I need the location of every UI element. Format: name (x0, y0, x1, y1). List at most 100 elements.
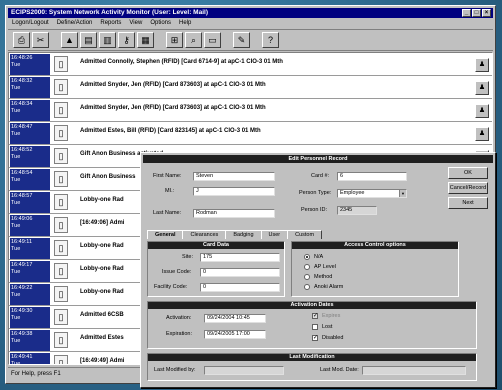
event-message: Lobby-one Rad (80, 243, 124, 249)
print-icon-button[interactable]: ⎙ (13, 32, 30, 48)
event-message: Admitted Estes, Bill (RFID) [Card 823145… (80, 128, 261, 134)
alarm-icon-button[interactable]: ▲ (61, 32, 78, 48)
tab-general[interactable]: General (147, 230, 184, 239)
lost-checkbox[interactable] (312, 324, 318, 330)
door-icon: ▯ (54, 217, 68, 233)
menu-help[interactable]: Help (179, 19, 191, 28)
event-time: 16:49:30 (11, 308, 33, 314)
radio-ap-level-label: AP Level (314, 264, 336, 270)
last-name-field[interactable]: Rodman (193, 209, 275, 218)
dialog-title: Edit Personnel Record (143, 155, 493, 163)
person-id-field: 2345 (337, 206, 377, 215)
activation-field[interactable]: 09/24/2004 10:45 (204, 314, 266, 323)
last-mod-by-field (204, 366, 284, 375)
list-item[interactable]: 16:48:47 Tue ▯ Admitted Estes, Bill (RFID) … (9, 122, 492, 145)
list-item[interactable]: 16:48:26 Tue ▯ Admitted Connolly, Stephen (… (9, 53, 492, 76)
event-message: Admitted 6CSB (80, 312, 124, 318)
cut-icon-button[interactable]: ✂ (32, 32, 49, 48)
person-icon[interactable]: ♟ (475, 58, 489, 72)
issue-code-field[interactable]: 0 (200, 268, 280, 277)
event-day: Tue (11, 292, 21, 298)
search-icon-button[interactable]: ⌕ (185, 32, 202, 48)
first-name-field[interactable]: Steven (193, 172, 275, 181)
tab-clearances[interactable]: Clearances (182, 230, 227, 239)
door-icon: ▯ (54, 240, 68, 256)
issue-code-label: Issue Code: (162, 269, 192, 275)
card-label: Card #: (311, 173, 330, 179)
event-day: Tue (11, 131, 21, 137)
door-icon: ▯ (54, 332, 68, 348)
mi-field[interactable]: J (193, 187, 275, 196)
event-timestamp: 16:48:52 Tue (10, 146, 50, 167)
event-message: Lobby-one Rad (80, 197, 124, 203)
event-time: 16:48:57 (11, 193, 33, 199)
card-icon-button[interactable]: ▭ (204, 32, 221, 48)
person-icon[interactable]: ♟ (475, 127, 489, 141)
card-field[interactable]: 6 (337, 172, 407, 181)
event-day: Tue (11, 62, 21, 68)
lost-label: Lost (322, 324, 333, 330)
door-icon: ▯ (54, 309, 68, 325)
report-icon-button[interactable]: ▤ (80, 32, 97, 48)
title-bar: ECIPS2000: System Network Activity Monit… (8, 8, 493, 18)
edit-icon-button[interactable]: ✎ (233, 32, 250, 48)
event-time: 16:49:06 (11, 216, 33, 222)
event-timestamp: 16:49:06 Tue (10, 215, 50, 236)
event-day: Tue (11, 154, 21, 160)
menu-define[interactable]: Define/Action (57, 19, 93, 28)
facility-code-field[interactable]: 0 (200, 283, 280, 292)
event-message: Admitted Estes (80, 335, 124, 341)
event-time: 16:49:41 (11, 354, 33, 360)
menu-logon[interactable]: Logon/Logout (12, 19, 49, 28)
event-day: Tue (11, 177, 21, 183)
expiration-label: Expiration: (166, 331, 192, 337)
event-timestamp: 16:48:32 Tue (10, 77, 50, 98)
radio-method[interactable] (304, 274, 310, 280)
person-type-select[interactable]: Employee ▼ (337, 189, 407, 198)
tab-strip: General Clearances Badging User Custom (147, 230, 323, 239)
event-day: Tue (11, 361, 21, 365)
event-message: Admitted Snyder, Jen (RFID) [Card 873603… (80, 105, 266, 111)
menu-reports[interactable]: Reports (100, 19, 121, 28)
radio-anoki-alarm-label: Anoki Alarm (314, 284, 344, 290)
help-icon-button[interactable]: ? (262, 32, 279, 48)
first-name-label: First Name: (153, 173, 182, 179)
ok-button[interactable]: OK (448, 167, 488, 179)
menu-options[interactable]: Options (150, 19, 171, 28)
cancel-record-button[interactable]: Cancel/Record (448, 182, 488, 194)
event-message: Admitted Snyder, Jen (RFID) [Card 873603… (80, 82, 266, 88)
door-icon: ▯ (54, 194, 68, 210)
tab-user[interactable]: User (260, 230, 289, 239)
expiration-field[interactable]: 09/24/2005 17:00 (204, 330, 266, 339)
next-button[interactable]: Next (448, 197, 488, 209)
minimize-button[interactable]: _ (462, 9, 471, 17)
key-icon-button[interactable]: ⚷ (118, 32, 135, 48)
badge-icon-button[interactable]: ▦ (137, 32, 154, 48)
door-icon-button[interactable]: ▥ (99, 32, 116, 48)
tab-badging[interactable]: Badging (225, 230, 262, 239)
close-button[interactable]: × (482, 9, 491, 17)
disabled-checkbox[interactable]: ✓ (312, 335, 318, 341)
door-icon: ▯ (54, 125, 68, 141)
list-item[interactable]: 16:48:32 Tue ▯ Admitted Snyder, Jen (RFID) … (9, 76, 492, 99)
list-item[interactable]: 16:48:34 Tue ▯ Admitted Snyder, Jen (RFID) … (9, 99, 492, 122)
event-day: Tue (11, 85, 21, 91)
event-message: [16:49:06] Admi (80, 220, 125, 226)
person-icon[interactable]: ♟ (475, 104, 489, 118)
event-timestamp: 16:49:22 Tue (10, 284, 50, 305)
monitor-icon-button[interactable]: ⊞ (166, 32, 183, 48)
event-time: 16:49:17 (11, 262, 33, 268)
event-timestamp: 16:49:38 Tue (10, 330, 50, 351)
radio-anoki-alarm[interactable] (304, 284, 310, 290)
radio-na[interactable] (304, 254, 310, 260)
event-timestamp: 16:49:41 Tue (10, 353, 50, 365)
menu-view[interactable]: View (129, 19, 142, 28)
radio-ap-level[interactable] (304, 264, 310, 270)
event-time: 16:49:11 (11, 239, 33, 245)
event-timestamp: 16:49:17 Tue (10, 261, 50, 282)
site-field[interactable]: 175 (200, 253, 280, 262)
tab-custom[interactable]: Custom (287, 230, 323, 239)
chevron-down-icon[interactable]: ▼ (399, 190, 406, 197)
person-icon[interactable]: ♟ (475, 81, 489, 95)
maximize-button[interactable]: □ (472, 9, 481, 17)
